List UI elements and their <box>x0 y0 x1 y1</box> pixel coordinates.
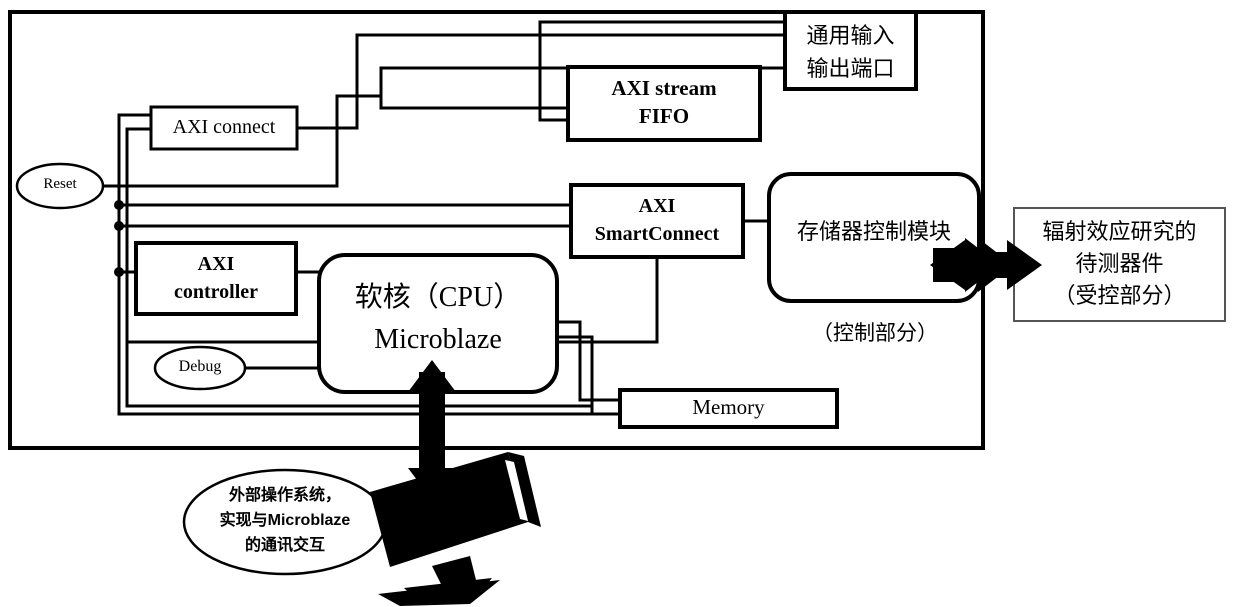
ellipse-debug[interactable] <box>153 345 247 391</box>
diagram-canvas: AXI connect AXI stream FIFO 通用输入 输出端口 AX… <box>0 0 1240 607</box>
block-axi-controller[interactable] <box>134 241 298 316</box>
block-axi-stream-fifo[interactable] <box>566 65 762 142</box>
block-dut[interactable] <box>1013 207 1226 322</box>
block-axi-connect[interactable] <box>149 105 299 151</box>
monitor-icon <box>370 452 541 606</box>
block-axi-smartconnect[interactable] <box>569 183 745 259</box>
block-memory[interactable] <box>618 388 839 429</box>
ellipse-reset[interactable] <box>15 162 105 210</box>
diagram-svg <box>8 10 1226 606</box>
block-gpio-port[interactable] <box>783 10 918 91</box>
ellipse-external-os[interactable] <box>182 468 388 576</box>
